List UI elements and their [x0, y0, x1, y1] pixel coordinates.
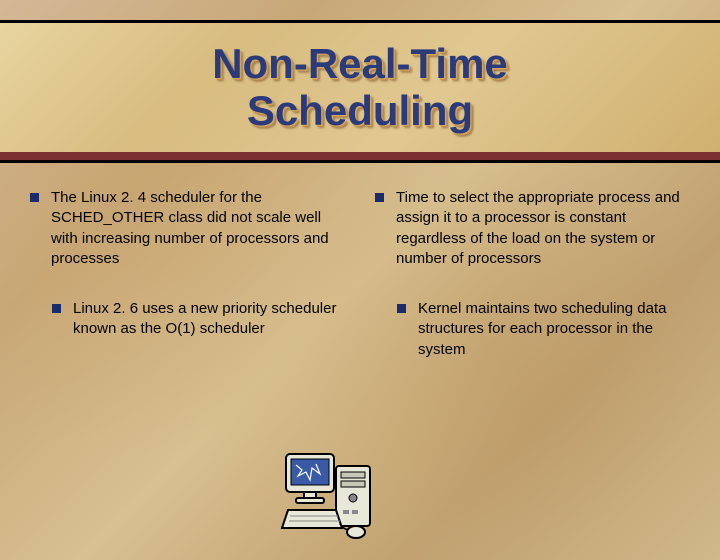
right-column: Time to select the appropriate process a…: [375, 188, 690, 360]
computer-clipart-icon: [278, 432, 388, 542]
bullet-text: Time to select the appropriate process a…: [396, 188, 690, 269]
bullet-icon: [397, 304, 406, 313]
bullet-icon: [375, 193, 384, 202]
bullet-text: Kernel maintains two scheduling data str…: [418, 299, 690, 360]
title-band: Non-Real-Time Scheduling: [0, 20, 720, 160]
bullet-item: Kernel maintains two scheduling data str…: [397, 299, 690, 360]
bullet-item: Time to select the appropriate process a…: [375, 188, 690, 269]
bullet-item: The Linux 2. 4 scheduler for the SCHED_O…: [30, 188, 345, 269]
bullet-icon: [52, 304, 61, 313]
slide-title: Non-Real-Time Scheduling: [212, 41, 508, 133]
left-column: The Linux 2. 4 scheduler for the SCHED_O…: [30, 188, 345, 360]
bullet-icon: [30, 193, 39, 202]
bullet-text: Linux 2. 6 uses a new priority scheduler…: [73, 299, 345, 340]
content-area: The Linux 2. 4 scheduler for the SCHED_O…: [0, 160, 720, 360]
bullet-text: The Linux 2. 4 scheduler for the SCHED_O…: [51, 188, 345, 269]
bullet-item: Linux 2. 6 uses a new priority scheduler…: [52, 299, 345, 340]
